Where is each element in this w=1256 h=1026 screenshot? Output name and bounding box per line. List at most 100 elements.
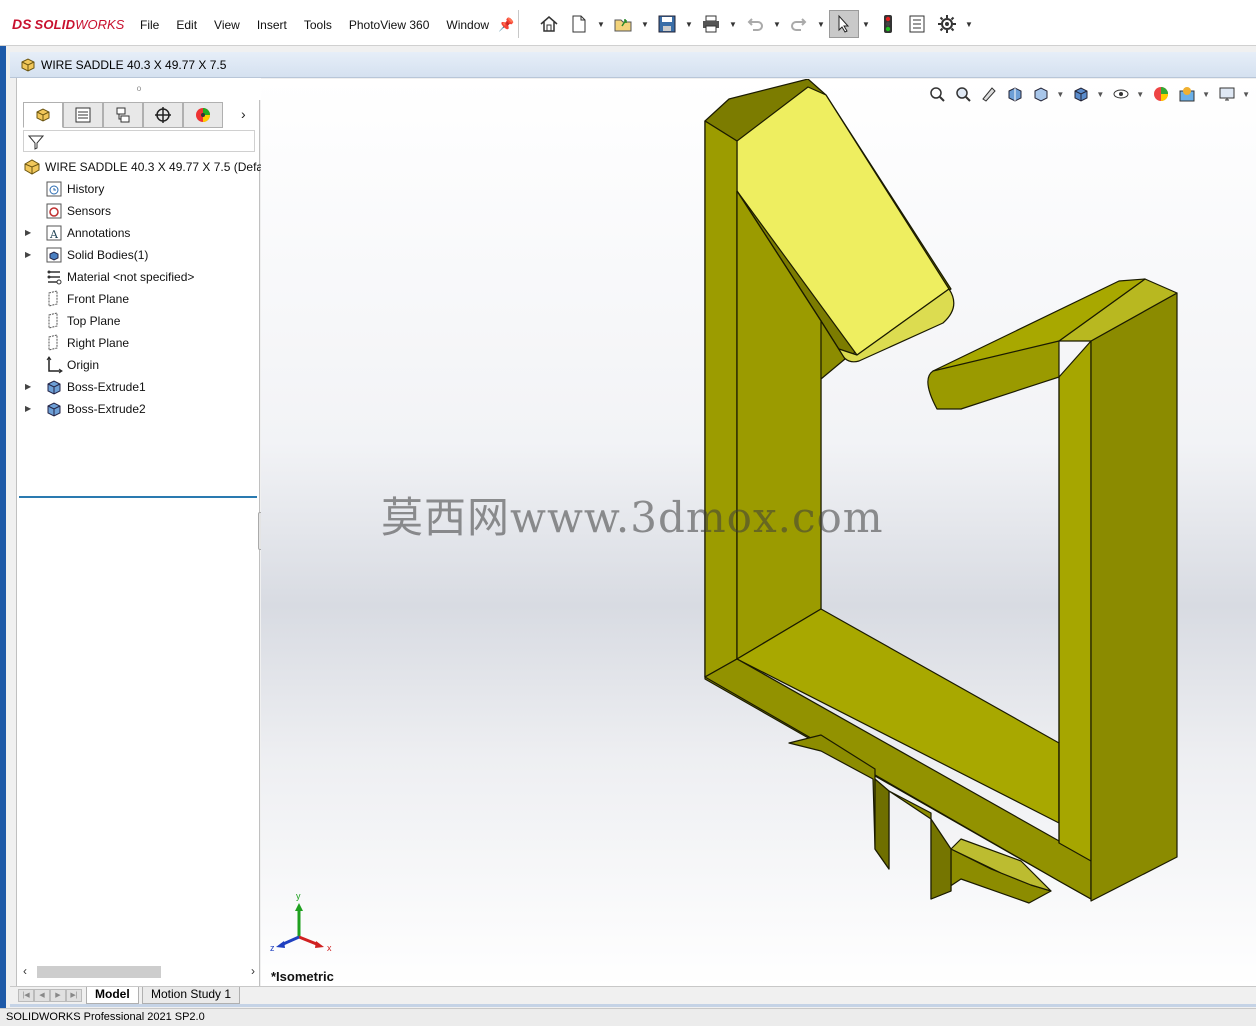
menu-edit[interactable]: Edit (176, 18, 197, 32)
options-gear-icon[interactable] (936, 13, 958, 35)
tabs-more-chevron-icon[interactable]: › (241, 106, 246, 122)
tab-model[interactable]: Model (86, 987, 139, 1004)
menu-bar: DS SOLID WORKS File Edit View Insert Too… (0, 0, 1256, 46)
svg-text:A: A (49, 228, 59, 241)
scroll-thumb[interactable] (37, 966, 161, 978)
tree-item-label: Origin (67, 358, 100, 372)
home-icon[interactable] (538, 13, 560, 35)
select-pointer-icon[interactable] (829, 10, 859, 38)
history-icon (46, 181, 62, 197)
solid-bodies-icon (46, 247, 62, 263)
new-document-icon[interactable] (568, 13, 590, 35)
last-tab-icon[interactable]: ▶| (66, 989, 82, 1002)
menu-file[interactable]: File (140, 18, 159, 32)
first-tab-icon[interactable]: |◀ (18, 989, 34, 1002)
coordinate-triad: y x z (270, 891, 332, 953)
chevron-down-icon[interactable]: ▼ (1136, 90, 1144, 99)
tree-item-label: Top Plane (67, 314, 121, 328)
scroll-right-icon[interactable]: › (251, 964, 255, 978)
next-tab-icon[interactable]: ▶ (50, 989, 66, 1002)
chevron-down-icon[interactable]: ▼ (597, 20, 605, 29)
tree-item-label: Sensors (67, 204, 112, 218)
tree-item-boss-extrude1[interactable]: ▶ Boss-Extrude1 (17, 376, 261, 398)
menu-photoview[interactable]: PhotoView 360 (349, 18, 430, 32)
feature-manager-icon (36, 108, 50, 122)
chevron-down-icon[interactable]: ▼ (641, 20, 649, 29)
expand-arrow-icon[interactable]: ▶ (25, 382, 31, 391)
zoom-to-area-icon[interactable] (952, 83, 974, 105)
expand-arrow-icon[interactable]: ▶ (25, 250, 31, 259)
menu-tools[interactable]: Tools (304, 18, 332, 32)
expand-arrow-icon[interactable]: ▶ (25, 404, 31, 413)
chevron-down-icon[interactable]: ▼ (1056, 90, 1064, 99)
tree-item-history[interactable]: History (17, 178, 261, 200)
chevron-down-icon[interactable]: ▼ (1202, 90, 1210, 99)
tree-item-material[interactable]: Material <not specified> (17, 266, 261, 288)
panel-horizontal-scrollbar[interactable]: ‹ › (21, 964, 257, 980)
chevron-down-icon[interactable]: ▼ (1242, 90, 1250, 99)
manager-tabs (23, 102, 255, 128)
panel-grip[interactable]: o (17, 78, 261, 100)
tree-item-sensors[interactable]: Sensors (17, 200, 261, 222)
tree-item-top-plane[interactable]: Top Plane (17, 310, 261, 332)
save-icon[interactable] (656, 13, 678, 35)
chevron-down-icon[interactable]: ▼ (685, 20, 693, 29)
display-style-icon[interactable] (1070, 83, 1092, 105)
chevron-down-icon[interactable]: ▼ (817, 20, 825, 29)
tree-item-label: Boss-Extrude2 (67, 402, 146, 416)
view-orientation-icon[interactable] (1030, 83, 1052, 105)
open-folder-icon[interactable] (612, 13, 634, 35)
tree-filter-box[interactable] (23, 130, 255, 152)
zoom-to-fit-icon[interactable] (926, 83, 948, 105)
previous-tab-icon[interactable]: ◀ (34, 989, 50, 1002)
undo-icon[interactable] (744, 13, 766, 35)
edit-appearance-icon[interactable] (1150, 83, 1172, 105)
rollback-bar[interactable] (19, 496, 257, 498)
tree-item-solid-bodies[interactable]: ▶ Solid Bodies(1) (17, 244, 261, 266)
tab-configuration-manager[interactable] (103, 102, 143, 128)
hide-show-items-icon[interactable] (1110, 83, 1132, 105)
tab-motion-study[interactable]: Motion Study 1 (142, 987, 241, 1004)
solidworks-logo[interactable]: DS SOLID WORKS (12, 12, 124, 36)
chevron-down-icon[interactable]: ▼ (965, 20, 973, 29)
chevron-down-icon[interactable]: ▼ (862, 20, 870, 29)
expand-arrow-icon[interactable]: ▶ (25, 228, 31, 237)
tree-item-annotations[interactable]: ▶ A Annotations (17, 222, 261, 244)
tree-item-front-plane[interactable]: Front Plane (17, 288, 261, 310)
redo-icon[interactable] (788, 13, 810, 35)
extrude-icon (47, 380, 61, 395)
tree-item-origin[interactable]: Origin (17, 354, 261, 376)
rebuild-traffic-light-icon[interactable] (877, 13, 899, 35)
menu-view[interactable]: View (214, 18, 240, 32)
menu-insert[interactable]: Insert (257, 18, 287, 32)
tab-property-manager[interactable] (63, 102, 103, 128)
tab-dimxpert-manager[interactable] (143, 102, 183, 128)
tree-root[interactable]: WIRE SADDLE 40.3 X 49.77 X 7.5 (Default (17, 156, 276, 178)
scroll-left-icon[interactable]: ‹ (23, 964, 27, 978)
tab-display-manager[interactable] (183, 102, 223, 128)
feature-manager-panel: o › WIRE SADDLE 40.3 X 49.77 X 7.5 (Defa… (16, 78, 276, 988)
display-manager-icon (196, 108, 210, 122)
apply-scene-icon[interactable] (1176, 83, 1198, 105)
print-icon[interactable] (700, 13, 722, 35)
graphics-viewport[interactable]: ▼ ▼ ▼ ▼ ▼ 莫西网www.3dmox.com y x z *Isomet… (261, 79, 1256, 987)
tab-feature-manager[interactable] (23, 102, 63, 128)
tree-item-boss-extrude2[interactable]: ▶ Boss-Extrude2 (17, 398, 261, 420)
chevron-down-icon[interactable]: ▼ (1096, 90, 1104, 99)
pin-icon[interactable]: 📌 (498, 17, 514, 33)
previous-view-icon[interactable] (978, 83, 1000, 105)
section-view-icon[interactable] (1004, 83, 1026, 105)
watermark-text: 莫西网www.3dmox.com (381, 493, 884, 542)
view-settings-monitor-icon[interactable] (1216, 83, 1238, 105)
tree-item-right-plane[interactable]: Right Plane (17, 332, 261, 354)
file-properties-icon[interactable] (906, 13, 928, 35)
filter-icon (28, 135, 44, 150)
view-orientation-label: *Isometric (271, 969, 334, 984)
plane-icon (48, 334, 58, 351)
chevron-down-icon[interactable]: ▼ (729, 20, 737, 29)
menu-window[interactable]: Window (446, 18, 489, 32)
tree-item-label: Right Plane (67, 336, 130, 350)
feature-tree: WIRE SADDLE 40.3 X 49.77 X 7.5 (Default … (17, 156, 276, 498)
chevron-down-icon[interactable]: ▼ (773, 20, 781, 29)
tree-item-label: Boss-Extrude1 (67, 380, 146, 394)
